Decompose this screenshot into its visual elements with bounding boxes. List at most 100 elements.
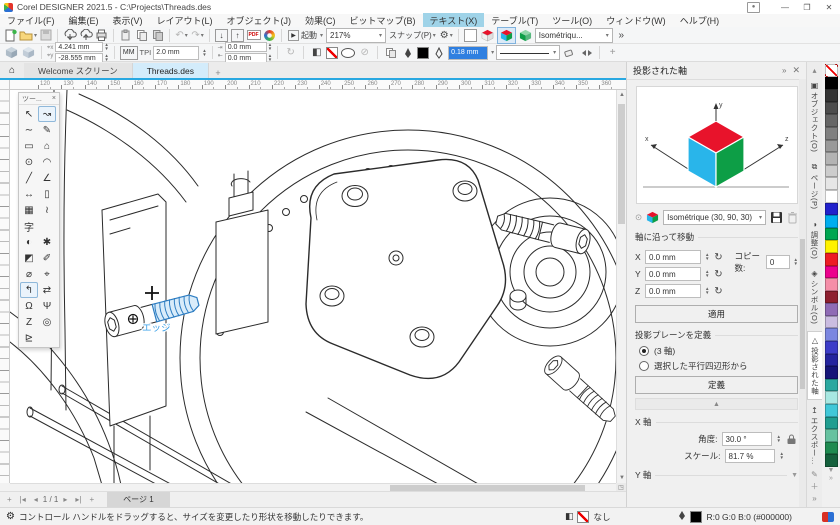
- docker-tab[interactable]: ⧉ ページ(P): [807, 158, 822, 214]
- graph-paper-tool[interactable]: ▦: [20, 202, 38, 218]
- menu-item[interactable]: ファイル(F): [0, 13, 62, 28]
- radio-3-axes[interactable]: (3 軸): [639, 345, 798, 357]
- projection-cube-icon[interactable]: [646, 211, 659, 224]
- angle-stepper[interactable]: ▲ ▼: [777, 434, 781, 443]
- arc-tool[interactable]: ◠: [38, 154, 56, 170]
- horizontal-ruler[interactable]: 120 130 140 150 160 170 180 190 200 210 220 230 240 2…: [10, 80, 626, 90]
- menu-item[interactable]: 編集(E): [62, 13, 106, 28]
- y-position-stepper[interactable]: ▲ ▼: [104, 53, 108, 62]
- outline-pen-icon[interactable]: [400, 45, 415, 60]
- arrowheads-icon[interactable]: [579, 45, 594, 60]
- first-page-button[interactable]: |◂: [17, 495, 29, 504]
- docker-tab[interactable]: ◑ 調整(O): [807, 216, 822, 263]
- outline-none-swatch[interactable]: [326, 46, 339, 59]
- vertical-scrollbar[interactable]: ▲ ▼: [616, 90, 626, 483]
- vertical-scroll-thumb[interactable]: [618, 104, 625, 224]
- drawing-canvas[interactable]: エッジ: [10, 90, 616, 483]
- curve-edit-tool[interactable]: ↰: [20, 282, 38, 298]
- docker-tab[interactable]: ◈ シンボル(O): [807, 265, 822, 328]
- shape-tool[interactable]: ↝: [38, 106, 56, 122]
- shape-d-tool[interactable]: ⊵: [20, 330, 38, 346]
- projection-preset-select[interactable]: Isométriqu... ▾: [534, 27, 613, 43]
- color-swatch[interactable]: [824, 202, 838, 216]
- polyline-tool[interactable]: ∠: [38, 170, 56, 186]
- minimize-button[interactable]: —: [774, 1, 796, 14]
- polygon-tool[interactable]: ⌂: [38, 138, 56, 154]
- palette-expand-icon[interactable]: »: [829, 475, 833, 483]
- color-swatch[interactable]: [824, 315, 838, 329]
- sphere-tool[interactable]: ◐: [20, 234, 38, 250]
- docker-scroll-down-icon[interactable]: ▼: [791, 472, 798, 479]
- color-swatch[interactable]: [824, 227, 838, 241]
- next-page-button[interactable]: ▸: [60, 495, 70, 504]
- rotate-y-icon[interactable]: ↻: [712, 269, 724, 280]
- color-swatch[interactable]: [824, 89, 838, 102]
- move-z-stepper[interactable]: ▲ ▼: [705, 286, 709, 295]
- launch-button[interactable]: ▶ 起動 ▾: [286, 28, 325, 43]
- menu-item[interactable]: 表示(V): [106, 13, 150, 28]
- offset1-field[interactable]: 0.0 mm: [224, 42, 267, 52]
- eyedropper-tool[interactable]: ✐: [38, 250, 56, 266]
- menu-item[interactable]: レイアウト(L): [150, 13, 220, 28]
- duplicate-icon[interactable]: [150, 28, 165, 43]
- color-swatch[interactable]: [824, 416, 838, 430]
- dock-overflow-icon[interactable]: »: [812, 494, 816, 503]
- horizontal-scrollbar[interactable]: [10, 483, 616, 491]
- page-tab[interactable]: ページ 1: [107, 492, 170, 507]
- no-style-icon[interactable]: ⊘: [357, 45, 372, 60]
- rotate-x-icon[interactable]: ↻: [712, 252, 724, 263]
- docker-tab[interactable]: ▣ オブジェクト(O): [807, 77, 822, 156]
- menu-item[interactable]: 効果(C): [298, 13, 343, 28]
- color-swatch[interactable]: [824, 126, 838, 140]
- export-icon[interactable]: ↑: [230, 28, 245, 43]
- propbar-add-button[interactable]: +: [605, 45, 620, 60]
- print-icon[interactable]: [94, 28, 109, 43]
- new-document-icon[interactable]: [3, 28, 18, 43]
- cloud-download-icon[interactable]: [62, 28, 77, 43]
- spacer2-tool[interactable]: [38, 330, 56, 346]
- move-y-field[interactable]: 0.0 mm: [645, 267, 701, 281]
- move-x-stepper[interactable]: ▲ ▼: [705, 252, 709, 261]
- color-swatch[interactable]: [824, 76, 838, 90]
- copy-attributes-icon[interactable]: [383, 45, 398, 60]
- dock-add-button[interactable]: ＋: [811, 481, 819, 492]
- docker-tab[interactable]: ↥ エクスポー...: [807, 402, 822, 469]
- pick-tool[interactable]: ↖: [20, 106, 38, 122]
- rectangle-tool[interactable]: ▭: [20, 138, 38, 154]
- move-x-field[interactable]: 0.0 mm: [645, 250, 701, 264]
- color-swatch[interactable]: [824, 114, 838, 127]
- color-swatch[interactable]: [824, 341, 838, 354]
- restore-button[interactable]: ❐: [796, 1, 818, 14]
- menu-item[interactable]: ウィンドウ(W): [599, 13, 673, 28]
- move-z-field[interactable]: 0.0 mm: [645, 284, 701, 298]
- collapse-section-button[interactable]: ▲: [635, 398, 798, 410]
- connector-tool[interactable]: ≀: [38, 202, 56, 218]
- open-document-icon[interactable]: ▾: [19, 28, 37, 43]
- last-page-button[interactable]: ▸|: [72, 495, 84, 504]
- smart-fill-tool[interactable]: ◩: [20, 250, 38, 266]
- color-swatch[interactable]: [824, 366, 838, 379]
- units-mm-button[interactable]: MM: [119, 45, 138, 60]
- add-page-before-button[interactable]: +: [4, 495, 15, 504]
- freehand-tool[interactable]: ∼: [20, 122, 38, 138]
- settings-gear-icon[interactable]: ⚙ ▾: [439, 28, 454, 43]
- cloud-upload-icon[interactable]: [78, 28, 93, 43]
- copies-field[interactable]: 0: [765, 255, 790, 269]
- axes-cube1-icon[interactable]: [4, 45, 19, 60]
- pan-tool[interactable]: ⌖: [38, 266, 56, 282]
- move-y-stepper[interactable]: ▲ ▼: [705, 269, 709, 278]
- toolbar-overflow-button[interactable]: »: [614, 28, 629, 43]
- line-style-select[interactable]: ▾: [496, 45, 561, 60]
- color-swatch[interactable]: [824, 353, 838, 367]
- color-swatch[interactable]: [824, 139, 838, 153]
- projection-select[interactable]: Isométrique (30, 90, 30) ▾: [663, 210, 766, 225]
- docker-scrollbar[interactable]: [799, 79, 806, 507]
- transform-tool[interactable]: ⇄: [38, 282, 56, 298]
- palette-scroll-down-icon[interactable]: ▼: [828, 467, 835, 475]
- text-tool[interactable]: 字: [20, 218, 38, 234]
- user-account-icon[interactable]: ●: [747, 1, 760, 13]
- ellipse-style-icon[interactable]: [340, 45, 355, 60]
- scale-field[interactable]: 81.7 %: [724, 449, 775, 463]
- fill-roller-icon[interactable]: ◧: [309, 45, 324, 60]
- docker-expand-icon[interactable]: »: [782, 66, 786, 75]
